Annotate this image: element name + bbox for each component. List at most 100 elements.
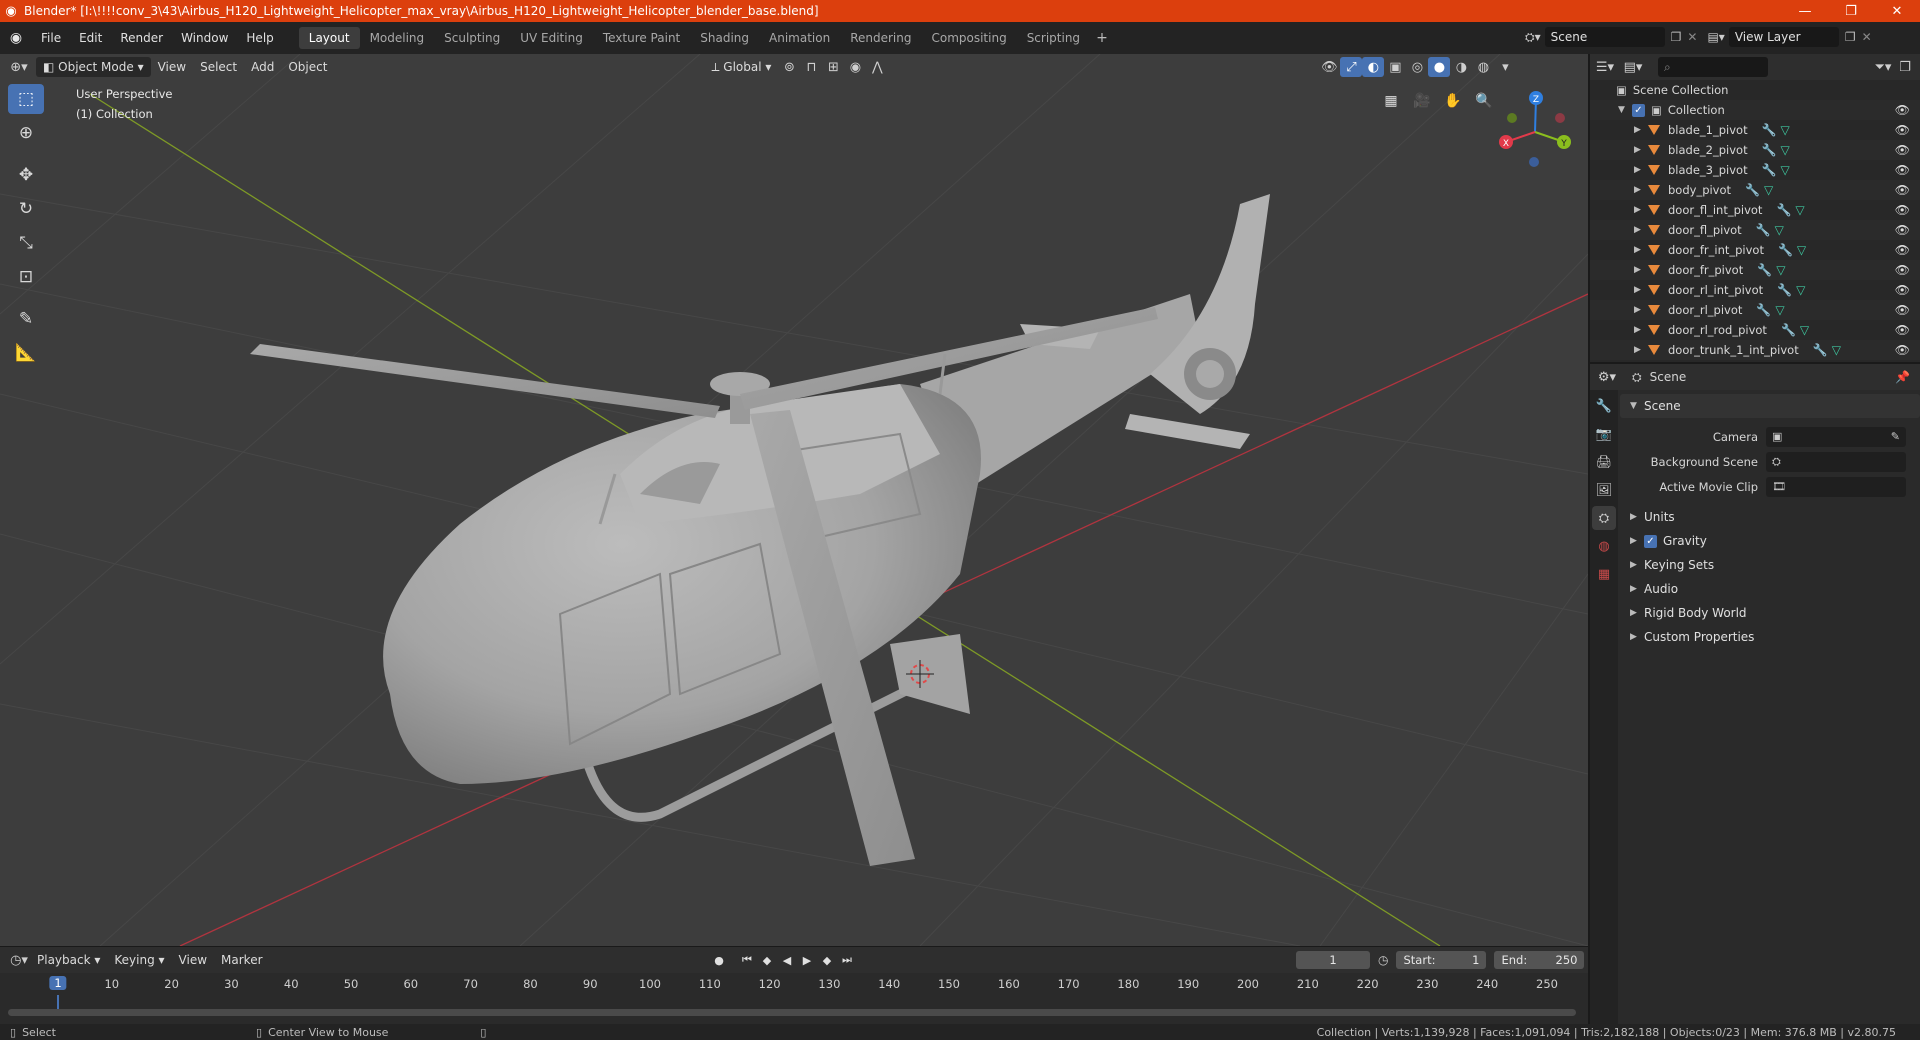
menu-marker[interactable]: Marker (214, 950, 269, 970)
scene-panel-header[interactable]: ▼ Scene (1620, 394, 1920, 418)
mesh-data-icon[interactable]: ▽ (1832, 343, 1841, 357)
mesh-data-icon[interactable]: ▽ (1775, 223, 1784, 237)
expand-arrow-icon[interactable]: ▶ (1634, 145, 1648, 155)
pan-view-icon[interactable]: ✋ (1440, 88, 1466, 114)
eye-icon[interactable]: 👁 (1895, 243, 1910, 257)
shading-options-icon[interactable]: ▾ (1494, 57, 1516, 77)
filter-icon[interactable]: ⏷▾ (1872, 57, 1894, 77)
transform-tool-icon[interactable]: ⊡ (8, 262, 44, 292)
gravity-panel-header[interactable]: ▶ ✓ Gravity (1620, 529, 1920, 553)
jump-keyframe-back-icon[interactable]: ◆ (758, 951, 776, 969)
new-collection-icon[interactable]: ❐ (1894, 57, 1916, 77)
eye-icon[interactable]: 👁 (1895, 283, 1910, 297)
audio-panel-header[interactable]: ▶ Audio (1620, 577, 1920, 601)
expand-arrow-icon[interactable]: ▶ (1634, 125, 1648, 135)
modifier-icon[interactable]: 🔧 (1813, 343, 1828, 357)
tool-tab-icon[interactable]: 🔧 (1592, 394, 1616, 418)
properties-editor-type-icon[interactable]: ⚙▾ (1596, 367, 1618, 387)
eye-icon[interactable]: 👁 (1895, 103, 1910, 117)
menu-add[interactable]: Add (244, 57, 281, 77)
outliner-search-input[interactable]: ⌕ (1658, 57, 1768, 77)
eyedropper-icon[interactable]: ✎ (1891, 430, 1900, 443)
outliner-object-row[interactable]: ▶ blade_1_pivot 🔧 ▽ 👁 (1590, 120, 1920, 140)
delete-scene-icon[interactable]: ✕ (1687, 30, 1697, 44)
menu-view[interactable]: View (151, 57, 193, 77)
modifier-icon[interactable]: 🔧 (1756, 223, 1771, 237)
tab-animation[interactable]: Animation (759, 27, 840, 49)
delete-view-layer-icon[interactable]: ✕ (1862, 30, 1872, 44)
eye-icon[interactable]: 👁 (1895, 143, 1910, 157)
expand-arrow-icon[interactable]: ▶ (1634, 225, 1648, 235)
start-frame-field[interactable]: Start: 1 (1396, 951, 1487, 969)
expand-arrow-icon[interactable]: ▶ (1634, 205, 1648, 215)
wireframe-shading-icon[interactable]: ◎ (1406, 57, 1428, 77)
eye-icon[interactable]: 👁 (1895, 223, 1910, 237)
units-panel-header[interactable]: ▶ Units (1620, 505, 1920, 529)
rendered-shading-icon[interactable]: ◍ (1472, 57, 1494, 77)
modifier-icon[interactable]: 🔧 (1762, 163, 1777, 177)
expand-arrow-icon[interactable]: ▶ (1634, 325, 1648, 335)
output-tab-icon[interactable]: 🖨 (1592, 450, 1616, 474)
outliner-editor-type-icon[interactable]: ☰▾ (1594, 57, 1616, 77)
blender-menu-icon[interactable]: ◉ (0, 30, 32, 46)
eye-icon[interactable]: 👁 (1895, 123, 1910, 137)
end-frame-field[interactable]: End: 250 (1494, 951, 1585, 969)
outliner-object-row[interactable]: ▶ door_rl_int_pivot 🔧 ▽ 👁 (1590, 280, 1920, 300)
eye-icon[interactable]: 👁 (1895, 323, 1910, 337)
scene-collection-row[interactable]: ▣ Scene Collection (1590, 80, 1920, 100)
mesh-data-icon[interactable]: ▽ (1795, 203, 1804, 217)
menu-file[interactable]: File (32, 27, 70, 49)
expand-arrow-icon[interactable]: ▶ (1634, 165, 1648, 175)
expand-arrow-icon[interactable]: ▶ (1634, 245, 1648, 255)
eye-icon[interactable]: 👁 (1895, 183, 1910, 197)
rotate-tool-icon[interactable]: ↻ (8, 194, 44, 224)
keying-sets-panel-header[interactable]: ▶ Keying Sets (1620, 553, 1920, 577)
mesh-data-icon[interactable]: ▽ (1775, 303, 1784, 317)
eye-icon[interactable]: 👁 (1895, 343, 1910, 357)
move-tool-icon[interactable]: ✥ (8, 160, 44, 190)
texture-tab-icon[interactable]: ▦ (1592, 562, 1616, 586)
pivot-point-icon[interactable]: ⊚ (778, 57, 800, 77)
mesh-data-icon[interactable]: ▽ (1797, 243, 1806, 257)
minimize-button[interactable]: — (1782, 0, 1828, 22)
view-layer-field[interactable]: View Layer (1728, 27, 1839, 47)
outliner-object-row[interactable]: ▶ door_rl_rod_pivot 🔧 ▽ 👁 (1590, 320, 1920, 340)
world-tab-icon[interactable]: ◍ (1592, 534, 1616, 558)
modifier-icon[interactable]: 🔧 (1777, 283, 1792, 297)
menu-select[interactable]: Select (193, 57, 244, 77)
scale-tool-icon[interactable]: ⤡ (8, 228, 44, 258)
neg-z-axis-handle[interactable] (1529, 157, 1539, 167)
tab-scripting[interactable]: Scripting (1017, 27, 1090, 49)
cursor-tool-icon[interactable]: ⊕ (8, 118, 44, 148)
scene-name-field[interactable]: Scene (1544, 27, 1665, 47)
expand-arrow-icon[interactable]: ▼ (1618, 105, 1632, 115)
proportional-edit-icon[interactable]: ◉ (844, 57, 866, 77)
overlay-toggle-icon[interactable]: ◐ (1362, 57, 1385, 77)
eye-icon[interactable]: 👁 (1895, 203, 1910, 217)
mesh-data-icon[interactable]: ▽ (1764, 183, 1773, 197)
select-box-tool-icon[interactable]: ⬚ (8, 84, 44, 114)
tab-texture-paint[interactable]: Texture Paint (593, 27, 690, 49)
new-view-layer-icon[interactable]: ❐ (1845, 30, 1856, 44)
camera-view-icon[interactable]: 🎥 (1409, 88, 1435, 114)
mesh-data-icon[interactable]: ▽ (1781, 163, 1790, 177)
outliner-object-row[interactable]: ▶ door_rl_pivot 🔧 ▽ 👁 (1590, 300, 1920, 320)
gravity-checkbox[interactable]: ✓ (1644, 534, 1657, 548)
play-reverse-icon[interactable]: ◀ (778, 951, 796, 969)
scene-tab-icon[interactable]: ⛭ (1592, 506, 1616, 530)
display-mode-icon[interactable]: ▤▾ (1622, 57, 1644, 77)
expand-arrow-icon[interactable]: ▶ (1634, 265, 1648, 275)
tab-shading[interactable]: Shading (690, 27, 759, 49)
outliner-object-row[interactable]: ▶ blade_3_pivot 🔧 ▽ 👁 (1590, 160, 1920, 180)
movie-clip-field[interactable]: 🎞 (1766, 476, 1906, 497)
background-scene-field[interactable]: ⛭ (1766, 451, 1906, 472)
modifier-icon[interactable]: 🔧 (1757, 263, 1772, 277)
gizmo-toggle-icon[interactable]: ⤢ (1340, 57, 1363, 77)
menu-window[interactable]: Window (172, 27, 237, 49)
3d-viewport[interactable]: ⊕▾ ◧ Object Mode ▾ View Select Add Objec… (0, 54, 1588, 946)
menu-edit[interactable]: Edit (70, 27, 111, 49)
tab-uv-editing[interactable]: UV Editing (510, 27, 593, 49)
jump-end-icon[interactable]: ⏭ (838, 951, 856, 969)
modifier-icon[interactable]: 🔧 (1776, 203, 1791, 217)
mesh-data-icon[interactable]: ▽ (1781, 143, 1790, 157)
